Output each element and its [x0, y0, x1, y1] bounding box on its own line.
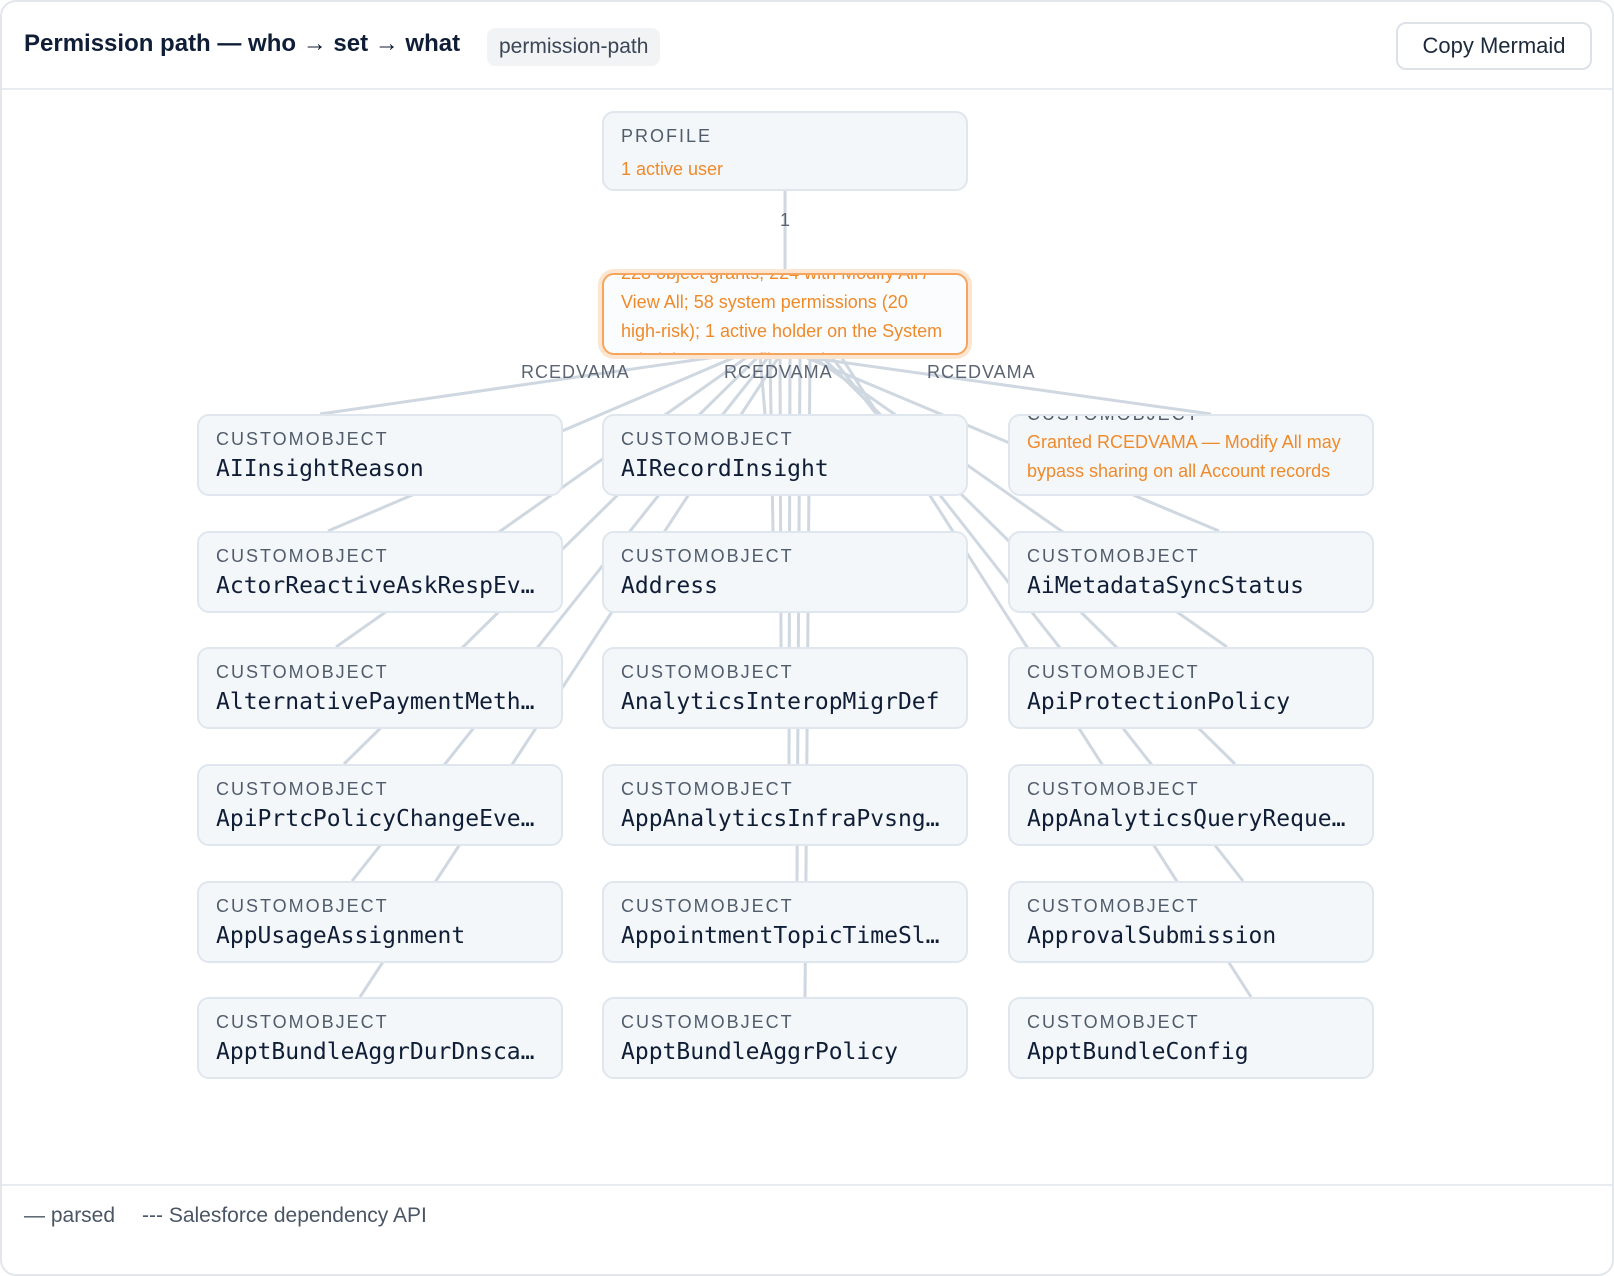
object-risk-note: Granted RCEDVAMA — Modify All may bypass… [1027, 432, 1341, 481]
object-name: ApptBundleAggrPolicy [621, 1039, 898, 1065]
object-kind-label: CUSTOMOBJECT [621, 429, 794, 449]
object-name: ApptBundleConfig [1027, 1039, 1249, 1065]
object-name: ApiProtectionPolicy [1027, 689, 1291, 715]
object-kind-label: CUSTOMOBJECT [621, 546, 794, 566]
edge-label: RCEDVAMA [724, 362, 833, 382]
object-kind-label: CUSTOMOBJECT [621, 896, 794, 916]
object-name: ApprovalSubmission [1027, 923, 1277, 949]
page-title: Permission path — who → set → what [24, 30, 461, 57]
object-node[interactable]: CUSTOMOBJECT AppointmentTopicTimeSl… [602, 881, 968, 963]
object-kind-label: CUSTOMOBJECT [1027, 1012, 1200, 1032]
object-node[interactable]: CUSTOMOBJECT ApptBundleConfig [1008, 997, 1374, 1079]
object-kind-label: CUSTOMOBJECT [216, 779, 389, 799]
object-name: AlternativePaymentMeth… [216, 689, 535, 715]
object-kind-label: CUSTOMOBJECT [216, 1012, 389, 1032]
object-name: ApptBundleAggrDurDnsca… [216, 1039, 535, 1065]
object-kind-label: CUSTOMOBJECT [1027, 546, 1200, 566]
object-node[interactable]: CUSTOMOBJECT Address [602, 531, 968, 613]
object-node[interactable]: CUSTOMOBJECT AIInsightReason [197, 414, 563, 496]
object-kind-label: CUSTOMOBJECT [216, 662, 389, 682]
permission-set-node[interactable]: 228 object grants, 224 with Modify All /… [602, 273, 968, 355]
object-node[interactable]: CUSTOMOBJECT AnalyticsInteropMigrDef [602, 647, 968, 729]
legend-parsed: — parsed [24, 1204, 116, 1227]
object-kind-label: CUSTOMOBJECT [1027, 779, 1200, 799]
diagram-legend: — parsed --- Salesforce dependency API [2, 1184, 1612, 1274]
object-kind-label: CUSTOMOBJECT [216, 429, 389, 449]
legend-dependency-api: --- Salesforce dependency API [142, 1204, 427, 1227]
object-kind-label: CUSTOMOBJECT [1027, 414, 1200, 424]
profile-note: 1 active user [621, 159, 724, 179]
object-node[interactable]: CUSTOMOBJECT AppUsageAssignment [197, 881, 563, 963]
object-node[interactable]: CUSTOMOBJECT ActorReactiveAskRespEv… [197, 531, 563, 613]
object-node[interactable]: CUSTOMOBJECT ApptBundleAggrPolicy [602, 997, 968, 1079]
object-name: ActorReactiveAskRespEv… [216, 573, 535, 599]
profile-edge-label: 1 [780, 210, 792, 230]
object-name: ApiPrtcPolicyChangeEve… [216, 806, 535, 832]
object-node[interactable]: CUSTOMOBJECT ApiPrtcPolicyChangeEve… [197, 764, 563, 846]
object-name: AIRecordInsight [621, 456, 829, 482]
object-kind-label: CUSTOMOBJECT [1027, 662, 1200, 682]
object-name: AnalyticsInteropMigrDef [621, 689, 940, 715]
object-name: AiMetadataSyncStatus [1027, 573, 1304, 599]
permission-path-diagram: PROFILE 1 active user 1 228 object grant… [2, 90, 1612, 1218]
permission-set-note: 228 object grants, 224 with Modify All /… [621, 273, 943, 353]
object-name: AppAnalyticsInfraPvsng… [621, 806, 940, 832]
object-name: AIInsightReason [216, 456, 424, 482]
copy-mermaid-button[interactable]: Copy Mermaid [1396, 22, 1592, 70]
object-node[interactable]: CUSTOMOBJECT AlternativePaymentMeth… [197, 647, 563, 729]
edge-label: RCEDVAMA [521, 362, 630, 382]
object-name: AppointmentTopicTimeSl… [621, 923, 940, 949]
object-node[interactable]: CUSTOMOBJECT AiMetadataSyncStatus [1008, 531, 1374, 613]
diagram-card: Permission path — who → set → what permi… [0, 0, 1614, 1276]
object-kind-label: CUSTOMOBJECT [1027, 896, 1200, 916]
object-kind-label: CUSTOMOBJECT [621, 662, 794, 682]
object-node[interactable]: CUSTOMOBJECT ApprovalSubmission [1008, 881, 1374, 963]
diagram-type-chip: permission-path [487, 28, 661, 66]
card-header: Permission path — who → set → what permi… [2, 2, 1612, 90]
edge-label: RCEDVAMA [927, 362, 1036, 382]
object-kind-label: CUSTOMOBJECT [621, 1012, 794, 1032]
object-node[interactable]: CUSTOMOBJECT ApptBundleAggrDurDnsca… [197, 997, 563, 1079]
object-name: AppAnalyticsQueryReque… [1027, 806, 1346, 832]
object-node[interactable]: CUSTOMOBJECT AIRecordInsight [602, 414, 968, 496]
profile-kind-label: PROFILE [621, 126, 713, 146]
object-node[interactable]: CUSTOMOBJECT AppAnalyticsQueryReque… [1008, 764, 1374, 846]
object-name: Address [621, 573, 718, 599]
object-kind-label: CUSTOMOBJECT [621, 779, 794, 799]
object-node[interactable]: CUSTOMOBJECT AppAnalyticsInfraPvsng… [602, 764, 968, 846]
object-node[interactable]: CUSTOMOBJECT ApiProtectionPolicy [1008, 647, 1374, 729]
object-name: AppUsageAssignment [216, 923, 466, 949]
object-kind-label: CUSTOMOBJECT [216, 896, 389, 916]
object-kind-label: CUSTOMOBJECT [216, 546, 389, 566]
object-node-flagged[interactable]: CUSTOMOBJECT Granted RCEDVAMA — Modify A… [1008, 414, 1374, 496]
profile-node[interactable]: PROFILE 1 active user [602, 111, 968, 191]
